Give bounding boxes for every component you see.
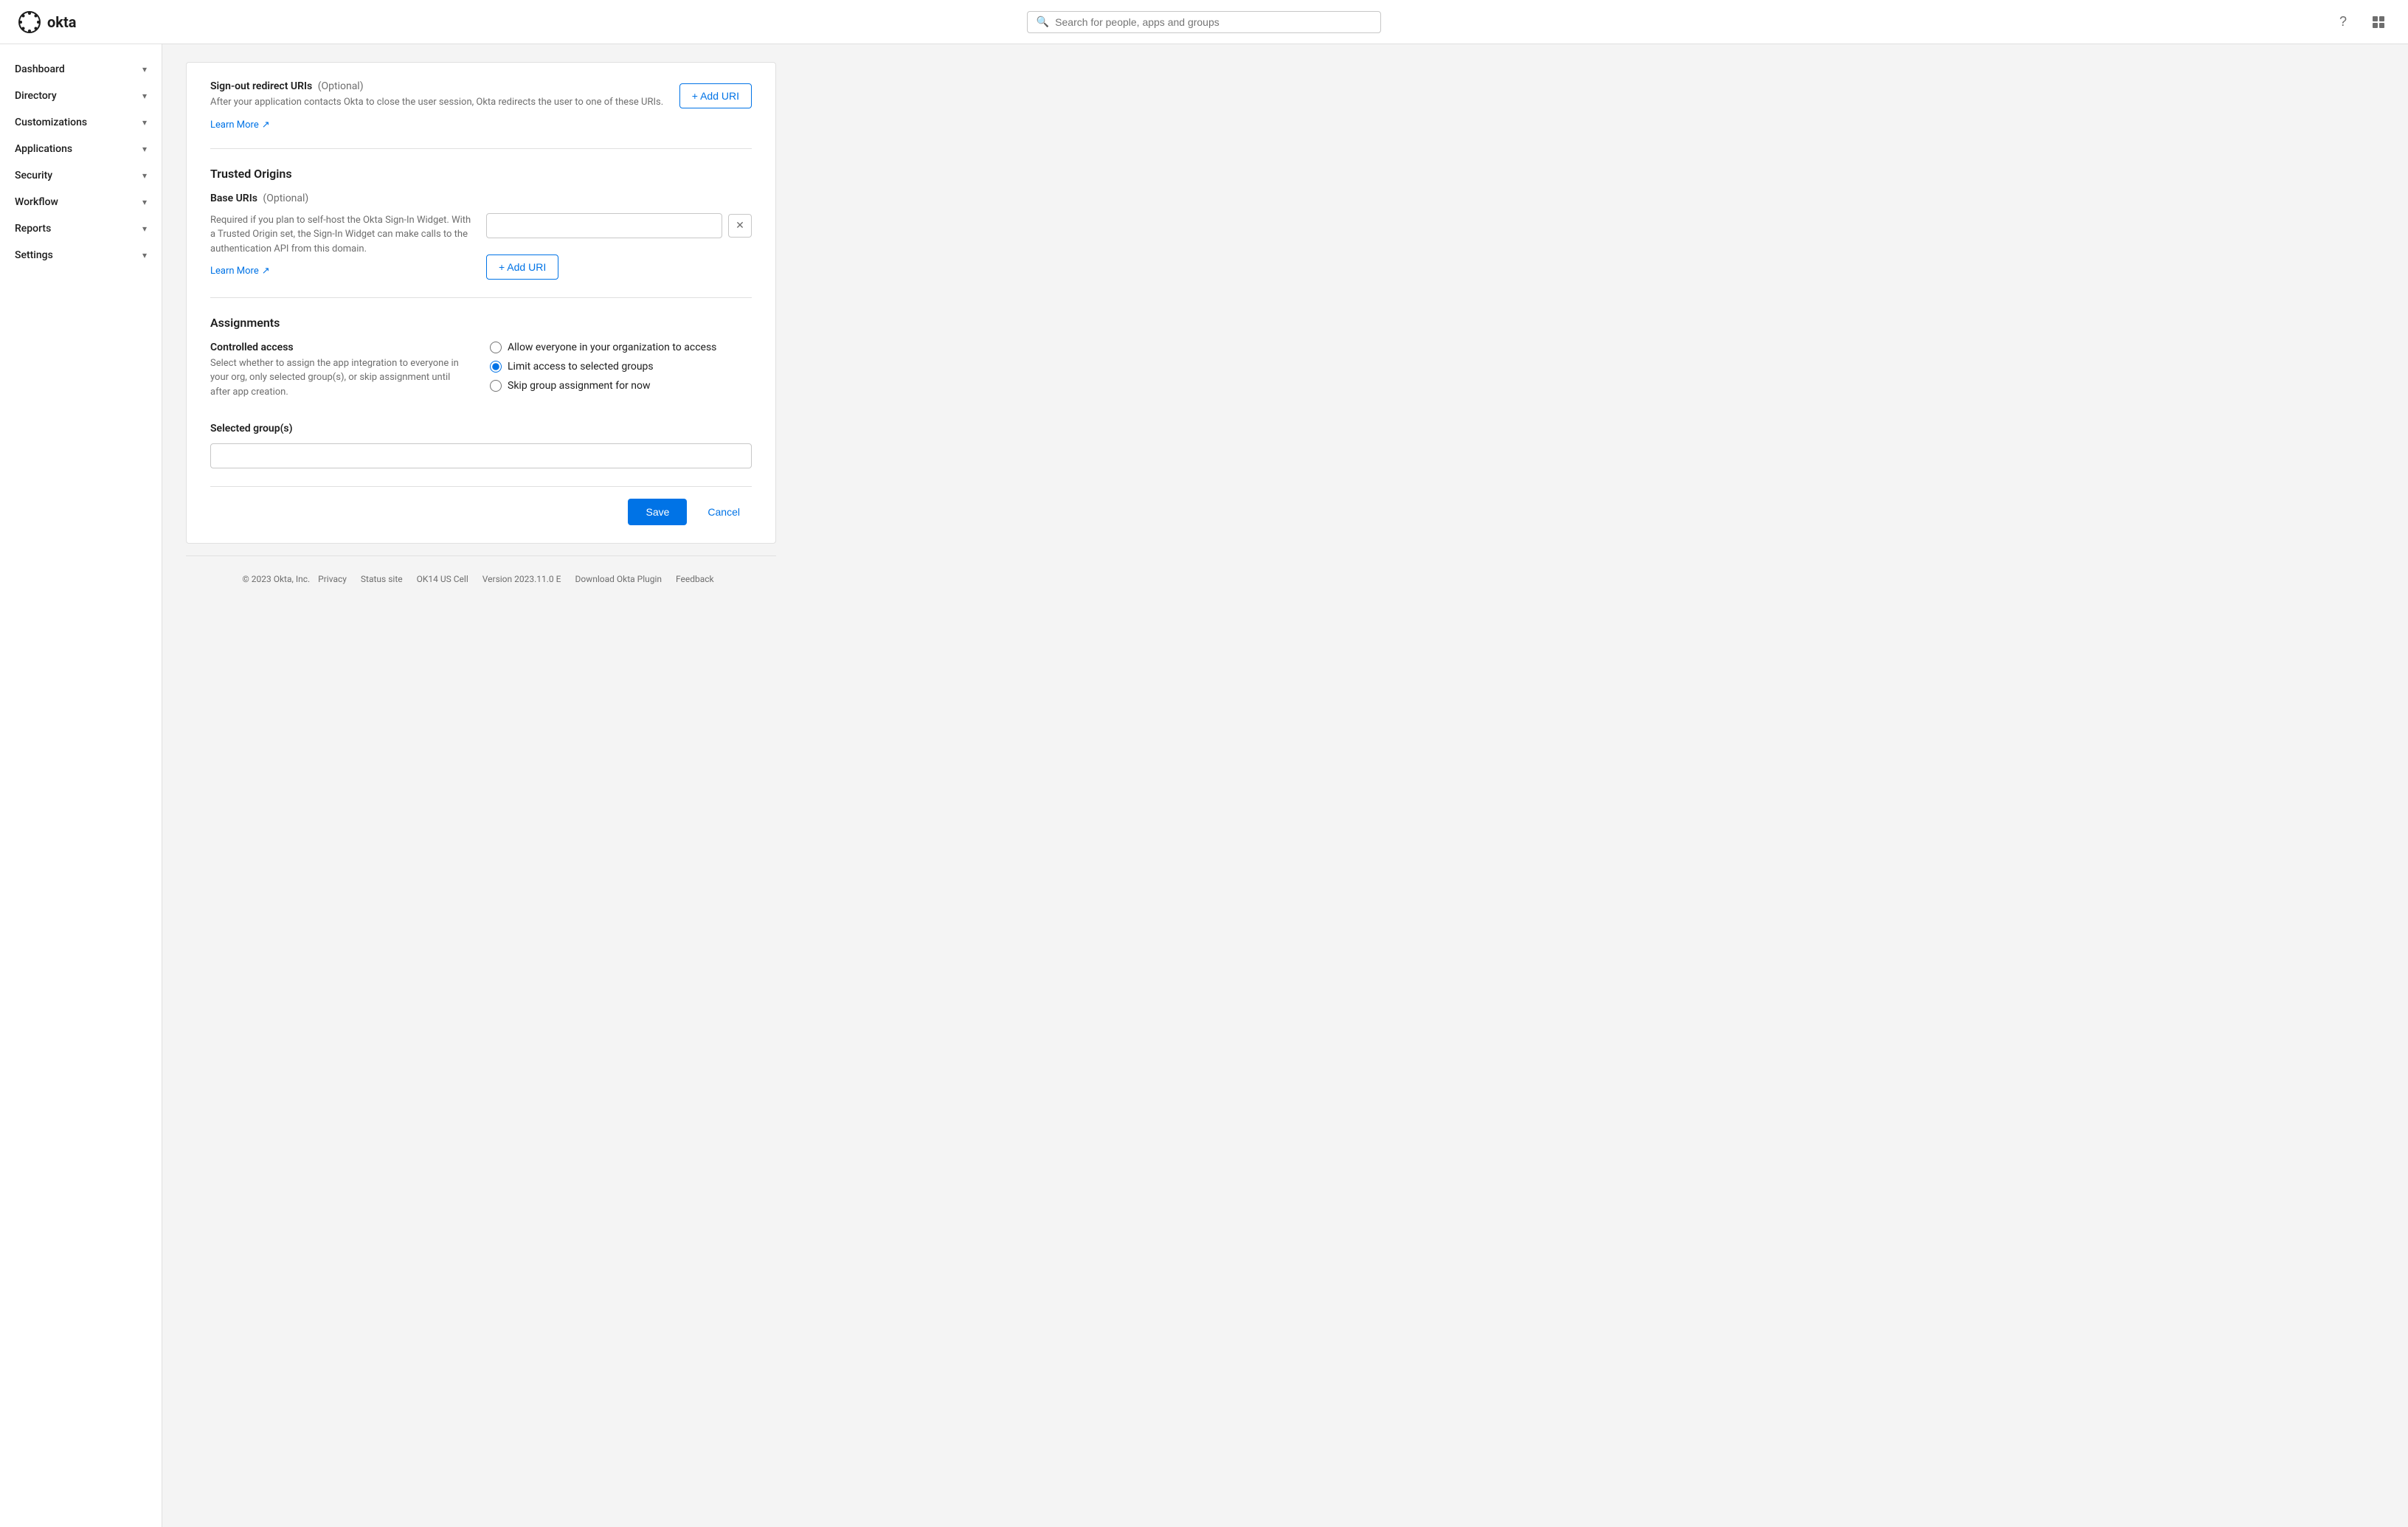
header-right: ? — [2331, 10, 2390, 34]
radio-skip[interactable]: Skip group assignment for now — [490, 380, 752, 392]
radio-selected-groups-input[interactable] — [490, 361, 502, 373]
page-footer: © 2023 Okta, Inc. Privacy Status site OK… — [186, 555, 776, 602]
selected-groups-label: Selected group(s) — [210, 423, 752, 434]
help-button[interactable]: ? — [2331, 10, 2355, 34]
trusted-origins-learn-more-link[interactable]: Learn More ↗ — [210, 266, 270, 277]
signout-uri-description: After your application contacts Okta to … — [210, 95, 671, 110]
trusted-origins-section: Trusted Origins Base URIs (Optional) Req… — [210, 167, 752, 280]
access-radio-group: Allow everyone in your organization to a… — [490, 342, 752, 392]
base-uri-row: ✕ — [486, 213, 752, 238]
sidebar-item-workflow[interactable]: Workflow ▾ — [0, 189, 162, 215]
chevron-down-icon: ▾ — [142, 197, 147, 207]
radio-everyone-input[interactable] — [490, 342, 502, 353]
base-uri-input[interactable] — [486, 213, 722, 238]
footer-status-link[interactable]: Status site — [361, 574, 403, 584]
copyright: © 2023 Okta, Inc. — [242, 574, 310, 584]
sidebar-item-directory[interactable]: Directory ▾ — [0, 83, 162, 109]
sidebar-item-settings[interactable]: Settings ▾ — [0, 242, 162, 269]
sidebar-label-customizations: Customizations — [15, 117, 87, 128]
okta-logo[interactable]: okta — [18, 10, 76, 34]
assignments-title: Assignments — [210, 316, 752, 330]
base-uri-description: Required if you plan to self-host the Ok… — [210, 213, 474, 257]
section-divider-2 — [210, 297, 752, 298]
chevron-down-icon: ▾ — [142, 91, 147, 101]
signout-uri-label: Sign-out redirect URIs (Optional) — [210, 80, 671, 92]
sidebar-label-security: Security — [15, 170, 52, 181]
chevron-down-icon: ▾ — [142, 170, 147, 181]
remove-base-uri-button[interactable]: ✕ — [728, 214, 752, 238]
cancel-button[interactable]: Cancel — [696, 499, 752, 525]
base-uri-add-uri-button[interactable]: + Add URI — [486, 254, 558, 280]
chevron-down-icon: ▾ — [142, 117, 147, 128]
chevron-down-icon: ▾ — [142, 250, 147, 260]
save-button[interactable]: Save — [628, 499, 687, 525]
radio-everyone[interactable]: Allow everyone in your organization to a… — [490, 342, 752, 353]
signout-add-uri-button[interactable]: + Add URI — [679, 83, 752, 108]
trusted-origins-title: Trusted Origins — [210, 167, 752, 181]
sidebar-label-workflow: Workflow — [15, 196, 58, 208]
sidebar-item-customizations[interactable]: Customizations ▾ — [0, 109, 162, 136]
form-actions: Save Cancel — [210, 486, 752, 525]
external-link-icon-2: ↗ — [262, 266, 270, 277]
radio-skip-input[interactable] — [490, 380, 502, 392]
sidebar-label-settings: Settings — [15, 249, 53, 261]
form-card: Sign-out redirect URIs (Optional) After … — [186, 62, 776, 544]
signout-redirect-section: Sign-out redirect URIs (Optional) After … — [210, 80, 752, 131]
sidebar: Dashboard ▾ Directory ▾ Customizations ▾… — [0, 44, 162, 1527]
header-left: okta — [18, 10, 76, 34]
footer-cell-link[interactable]: OK14 US Cell — [417, 574, 468, 584]
search-bar[interactable]: 🔍 — [1027, 11, 1381, 33]
assignments-section: Assignments Controlled access Select whe… — [210, 316, 752, 469]
controlled-access-description: Select whether to assign the app integra… — [210, 356, 472, 400]
sidebar-label-applications: Applications — [15, 143, 72, 155]
sidebar-label-directory: Directory — [15, 90, 57, 102]
footer-feedback-link[interactable]: Feedback — [676, 574, 714, 584]
main-content: Sign-out redirect URIs (Optional) After … — [162, 44, 2408, 1527]
chevron-down-icon: ▾ — [142, 144, 147, 154]
sidebar-item-dashboard[interactable]: Dashboard ▾ — [0, 56, 162, 83]
okta-logo-text: okta — [47, 13, 76, 31]
grid-menu-button[interactable] — [2367, 10, 2390, 34]
controlled-access-col: Controlled access Select whether to assi… — [210, 342, 472, 409]
assignments-columns: Controlled access Select whether to assi… — [210, 342, 752, 409]
access-radio-col: Allow everyone in your organization to a… — [490, 342, 752, 409]
footer-privacy-link[interactable]: Privacy — [318, 574, 347, 584]
sidebar-item-reports[interactable]: Reports ▾ — [0, 215, 162, 242]
selected-groups-input[interactable] — [210, 443, 752, 468]
app-layout: Dashboard ▾ Directory ▾ Customizations ▾… — [0, 44, 2408, 1527]
radio-selected-groups[interactable]: Limit access to selected groups — [490, 361, 752, 373]
chevron-down-icon: ▾ — [142, 224, 147, 234]
section-divider-1 — [210, 148, 752, 149]
sidebar-item-applications[interactable]: Applications ▾ — [0, 136, 162, 162]
search-input[interactable] — [1055, 16, 1371, 28]
base-uri-label: Base URIs (Optional) — [210, 193, 308, 204]
chevron-down-icon: ▾ — [142, 64, 147, 75]
sidebar-label-reports: Reports — [15, 223, 51, 235]
controlled-access-label: Controlled access — [210, 342, 472, 353]
selected-groups-container: Selected group(s) — [210, 423, 752, 468]
sidebar-item-security[interactable]: Security ▾ — [0, 162, 162, 189]
external-link-icon: ↗ — [262, 120, 270, 131]
search-icon: 🔍 — [1037, 16, 1049, 28]
footer-plugin-link[interactable]: Download Okta Plugin — [575, 574, 662, 584]
sidebar-label-dashboard: Dashboard — [15, 63, 65, 75]
signout-learn-more-link[interactable]: Learn More ↗ — [210, 120, 270, 131]
footer-version-link[interactable]: Version 2023.11.0 E — [482, 574, 561, 584]
app-header: okta 🔍 ? — [0, 0, 2408, 44]
